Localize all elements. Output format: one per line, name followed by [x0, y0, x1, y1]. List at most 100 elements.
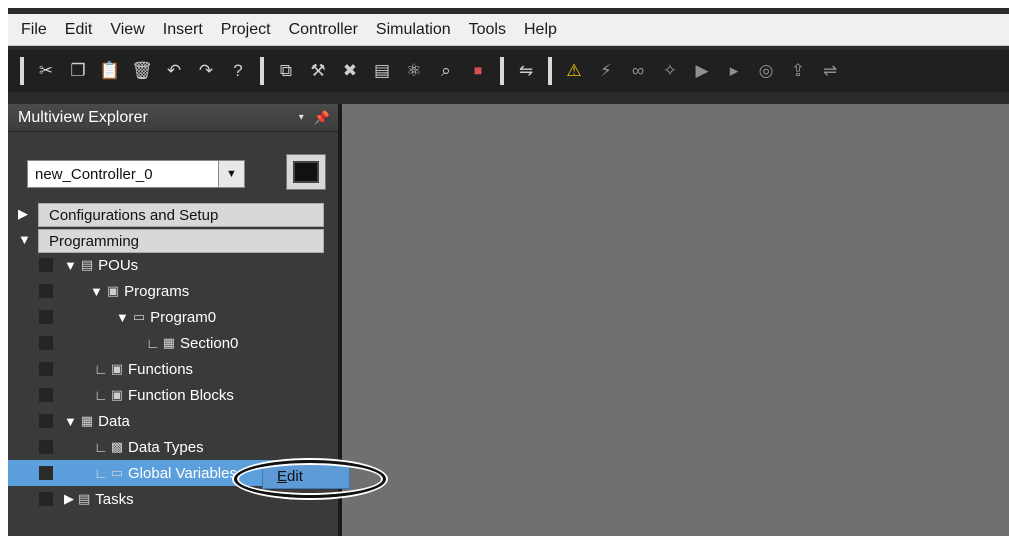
- menu-edit[interactable]: Edit: [56, 14, 102, 46]
- data-types-icon: ▩: [110, 439, 124, 454]
- network-icon[interactable]: ⚛: [398, 55, 430, 87]
- tree-label: Data Types: [128, 438, 204, 456]
- delete-icon[interactable]: 🗑: [126, 55, 158, 87]
- section-programming[interactable]: Programming: [38, 229, 324, 253]
- tree-connector: ∟: [94, 465, 108, 481]
- tree-bullet: [39, 258, 53, 272]
- step-over-icon[interactable]: ▸: [718, 55, 750, 87]
- collapse-arrow-icon[interactable]: ▼: [64, 258, 77, 273]
- menu-controller[interactable]: Controller: [280, 14, 367, 46]
- tree-bullet: [39, 310, 53, 324]
- copy-icon[interactable]: ❐: [62, 55, 94, 87]
- tree-item-function-blocks[interactable]: ∟ ▣ Function Blocks: [8, 382, 338, 408]
- tree-item-programs[interactable]: ▼ ▣ Programs: [8, 278, 338, 304]
- toolbar-separator: [548, 57, 552, 85]
- undo-icon[interactable]: ↶: [158, 55, 190, 87]
- tree-bullet: [39, 284, 53, 298]
- transfer-icon[interactable]: ⇪: [782, 55, 814, 87]
- tree-bullet: [39, 388, 53, 402]
- compare-icon[interactable]: ⇌: [814, 55, 846, 87]
- watch-icon[interactable]: ∞: [622, 55, 654, 87]
- offline-icon[interactable]: ⚡: [590, 55, 622, 87]
- tree-item-data-types[interactable]: ∟ ▩ Data Types: [8, 434, 338, 460]
- debug-icon[interactable]: ✧: [654, 55, 686, 87]
- toolbar-separator: [500, 57, 504, 85]
- reset-icon[interactable]: ◎: [750, 55, 782, 87]
- menu-tools[interactable]: Tools: [460, 14, 515, 46]
- new-window-icon[interactable]: ⧉: [270, 55, 302, 87]
- tree-item-section0[interactable]: ∟ ▦ Section0: [8, 330, 338, 356]
- global-variables-icon: ▭: [110, 465, 124, 480]
- menu-simulation[interactable]: Simulation: [367, 14, 460, 46]
- tree-connector: ∟: [94, 361, 108, 377]
- tasks-icon: ▤: [78, 491, 91, 506]
- menu-bar: File Edit View Insert Project Controller…: [8, 14, 1009, 46]
- tree-label: Data: [98, 412, 130, 430]
- tree-bullet: [39, 414, 53, 428]
- tree-label: Functions: [128, 360, 194, 378]
- program-icon: ▭: [132, 309, 146, 324]
- menu-insert[interactable]: Insert: [154, 14, 212, 46]
- expand-arrow-icon[interactable]: ▶: [18, 206, 28, 222]
- tree-bullet: [39, 336, 53, 350]
- cut-icon[interactable]: ✂: [30, 55, 62, 87]
- tree-label: Section0: [180, 334, 239, 352]
- tree-connector: ∟: [94, 387, 108, 403]
- help-icon[interactable]: ?: [222, 55, 254, 87]
- pin-icon[interactable]: 📌: [314, 110, 330, 126]
- controller-device-icon[interactable]: [286, 154, 326, 190]
- tree-bullet: [39, 362, 53, 376]
- search-icon[interactable]: ⌕: [430, 55, 462, 87]
- data-icon: ▦: [80, 413, 94, 428]
- toolbar: ✂ ❐ 📋 🗑 ↶ ↷ ? ⧉ ⚒ ✖ ▤ ⚛ ⌕ ⏹ ⇋ ⚠ ⚡ ∞ ✧ ▶ …: [8, 50, 1009, 92]
- toolbar-separator: [260, 57, 264, 85]
- tree-item-pous[interactable]: ▼ ▤ POUs: [8, 252, 338, 278]
- controller-select[interactable]: new_Controller_0 ▼: [27, 160, 245, 188]
- section-icon: ▦: [162, 335, 176, 350]
- menu-view[interactable]: View: [101, 14, 153, 46]
- warning-icon[interactable]: ⚠: [558, 55, 590, 87]
- functions-icon: ▣: [110, 361, 124, 376]
- function-blocks-icon: ▣: [110, 387, 124, 402]
- tree-label: Programs: [124, 282, 190, 300]
- tree-item-program0[interactable]: ▼ ▭ Program0: [8, 304, 338, 330]
- tree-item-functions[interactable]: ∟ ▣ Functions: [8, 356, 338, 382]
- pou-icon: ▤: [80, 257, 94, 272]
- cross-reference-icon[interactable]: ✖: [334, 55, 366, 87]
- programs-icon: ▣: [106, 283, 120, 298]
- paste-icon[interactable]: 📋: [94, 55, 126, 87]
- tree-label: Function Blocks: [128, 386, 234, 404]
- expand-arrow-icon[interactable]: ▶: [64, 491, 74, 507]
- redo-icon[interactable]: ↷: [190, 55, 222, 87]
- tree-item-data[interactable]: ▼ ▦ Data: [8, 408, 338, 434]
- menu-file[interactable]: File: [12, 14, 56, 46]
- collapse-arrow-icon[interactable]: ▼: [18, 232, 31, 247]
- chevron-down-icon[interactable]: ▾: [299, 112, 304, 123]
- tree-bullet: [39, 466, 53, 480]
- tree-label: POUs: [98, 256, 139, 274]
- tree-bullet: [39, 492, 53, 506]
- section-configurations[interactable]: Configurations and Setup: [38, 203, 324, 227]
- application-window: File Edit View Insert Project Controller…: [8, 8, 1009, 536]
- explorer-title: Multiview Explorer: [18, 108, 148, 126]
- collapse-arrow-icon[interactable]: ▼: [64, 414, 77, 429]
- tree-bullet: [39, 440, 53, 454]
- step-icon[interactable]: ▶: [686, 55, 718, 87]
- tree-connector: ∟: [146, 335, 160, 351]
- stop-icon[interactable]: ⏹: [462, 55, 494, 87]
- collapse-arrow-icon[interactable]: ▼: [90, 284, 103, 299]
- tree-label: Tasks: [95, 490, 134, 508]
- menu-project[interactable]: Project: [212, 14, 280, 46]
- collapse-arrow-icon[interactable]: ▼: [116, 310, 129, 325]
- tree-label: Global Variables: [128, 464, 237, 482]
- tree-connector: ∟: [94, 439, 108, 455]
- online-icon[interactable]: ⇋: [510, 55, 542, 87]
- controller-select-value: new_Controller_0: [35, 165, 153, 183]
- monitor-icon[interactable]: ▤: [366, 55, 398, 87]
- explorer-header: Multiview Explorer ▾ 📌: [8, 104, 338, 132]
- editor-area: [342, 104, 1009, 536]
- tree-label: Program0: [150, 308, 217, 326]
- build-icon[interactable]: ⚒: [302, 55, 334, 87]
- chevron-down-icon[interactable]: ▼: [218, 161, 244, 187]
- menu-help[interactable]: Help: [515, 14, 566, 46]
